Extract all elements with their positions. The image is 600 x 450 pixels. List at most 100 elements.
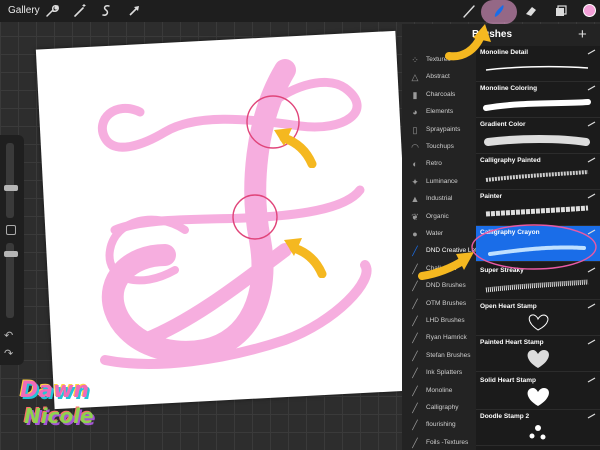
brush-edit-icon (587, 193, 596, 199)
abstract-icon: △ (411, 72, 419, 83)
modify-button[interactable] (6, 225, 16, 235)
water-icon: ● (412, 229, 418, 239)
brush-label: Doodle Stamp 2 (480, 413, 530, 420)
layers-icon[interactable] (553, 3, 569, 19)
brush-item[interactable]: Solid Heart Stamp (476, 374, 600, 410)
wrench-icon[interactable] (44, 3, 60, 19)
brush-label: Monoline Coloring (480, 85, 538, 92)
brush-set-icon: ╱ (412, 385, 418, 396)
logo-line-2: Nicole (24, 404, 94, 428)
brush-category-item[interactable]: ◠ Touchups (402, 140, 476, 157)
add-brush-button[interactable]: + (578, 26, 587, 43)
brush-category-label: Abstract (426, 73, 450, 81)
brush-category-label: Charcoals (426, 90, 456, 98)
brush-item[interactable]: Painted Heart Stamp (476, 336, 600, 372)
brush-category-label: Industrial (426, 195, 453, 203)
opacity-knob[interactable] (4, 251, 18, 257)
eraser-icon[interactable] (523, 3, 539, 19)
brush-size-slider[interactable] (6, 143, 14, 218)
brush-category-label: Calligraphy (426, 404, 459, 411)
undo-icon[interactable]: ↶ (4, 329, 13, 342)
brush-category-item[interactable]: ╱ Ryan Hamrick (402, 331, 476, 348)
brush-category-item[interactable]: ╱ LHD Brushes (402, 314, 476, 331)
brush-category-item[interactable]: ● Water (402, 227, 476, 244)
brush-set-icon: ╱ (412, 316, 418, 326)
brush-category-label: Water (426, 230, 444, 237)
brush-set-icon: ╱ (412, 368, 418, 379)
brush-category-label: Retro (426, 160, 442, 168)
brush-item[interactable]: Painter (476, 190, 600, 226)
spraypaints-icon: ▯ (412, 124, 418, 135)
top-toolbar: Gallery (0, 0, 600, 24)
brush-edit-icon (587, 303, 596, 309)
brush-edit-icon (587, 339, 596, 345)
brush-category-item[interactable]: ▲ Industrial (402, 192, 476, 209)
brush-category-item[interactable]: ▯ Spraypaints (402, 123, 476, 140)
brush-category-label: DND Brushes (426, 282, 466, 290)
brush-icon[interactable] (491, 3, 507, 19)
brush-item[interactable]: Calligraphy Painted (476, 154, 600, 190)
brush-category-item[interactable]: ╱ Ink Splatters (402, 366, 476, 383)
brush-edit-icon (587, 49, 596, 55)
brush-category-item[interactable]: ◐ Retro (402, 157, 476, 174)
retro-icon: ◐ (412, 159, 418, 170)
brush-category-label: flourishing (426, 421, 456, 429)
textures-icon: ⁘ (411, 55, 419, 65)
brush-edit-icon (587, 121, 596, 127)
brush-category-item[interactable]: ╱ OTM Brushes (402, 297, 476, 314)
redo-icon[interactable]: ↷ (4, 347, 13, 360)
elements-icon: ◕ (412, 107, 418, 118)
brush-category-item[interactable]: ✦ Luminance (402, 175, 476, 192)
luminance-icon: ✦ (411, 176, 419, 187)
brush-category-item[interactable]: ▮ Charcoals (402, 88, 476, 105)
brush-category-item[interactable]: ╱ Monoline (402, 384, 476, 401)
brush-set-icon: ╱ (412, 403, 418, 413)
brush-category-item[interactable]: ╱ Stefan Brushes (402, 349, 476, 366)
brush-size-knob[interactable] (4, 185, 18, 191)
brush-category-label: Monoline (426, 386, 453, 394)
brush-item[interactable]: Doodle Stamp 2 (476, 410, 600, 446)
procreate-app: Gallery ↶ ↷ Brushes + ⁘ Textures △ Abstr… (0, 0, 600, 450)
touchups-icon: ◠ (411, 142, 419, 152)
annotation-arrow-icon (445, 24, 491, 61)
brush-category-item[interactable]: ╱ Foils -Textures (402, 436, 476, 450)
brush-item[interactable]: Gradient Color (476, 118, 600, 154)
brush-category-label: LHD Brushes (426, 317, 465, 324)
lettering-artwork (98, 59, 372, 369)
brush-label: Calligraphy Painted (480, 157, 541, 164)
brush-label: Open Heart Stamp (480, 303, 537, 310)
brush-stroke-preview (528, 314, 549, 331)
brush-stroke-preview (527, 388, 549, 406)
magic-wand-icon[interactable] (72, 3, 88, 19)
brush-edit-icon (587, 85, 596, 91)
brush-label: Painter (480, 193, 503, 200)
brush-stroke-preview (529, 425, 546, 440)
brush-category-item[interactable]: ◕ Elements (402, 105, 476, 122)
brush-category-item[interactable]: ╱ Calligraphy (402, 401, 476, 418)
brush-stroke-preview (485, 205, 589, 217)
brush-category-label: Elements (426, 108, 454, 116)
logo-line-1: Dawn (20, 378, 90, 403)
brush-set-icon: ╱ (412, 420, 418, 431)
brush-stroke-preview (485, 170, 589, 182)
brush-category-item[interactable]: △ Abstract (402, 70, 476, 87)
selection-icon[interactable] (99, 3, 115, 19)
brush-stroke-preview (527, 350, 549, 368)
brush-category-item[interactable]: ❦ Organic (402, 210, 476, 227)
brush-label: Solid Heart Stamp (480, 377, 536, 384)
gallery-button[interactable]: Gallery (8, 5, 40, 16)
brush-stroke-preview (485, 279, 589, 293)
selected-brush-highlight (471, 224, 597, 270)
brush-category-label: Spraypaints (426, 125, 461, 133)
brush-category-label: Organic (426, 212, 449, 220)
brush-item[interactable]: Open Heart Stamp (476, 300, 600, 336)
brush-set-icon: ╱ (412, 350, 418, 361)
transform-arrow-icon[interactable] (126, 3, 142, 19)
brush-category-item[interactable]: ╱ flourishing (402, 418, 476, 435)
brush-set-icon: ╱ (412, 298, 418, 309)
color-picker-button[interactable] (583, 4, 596, 17)
brush-item[interactable]: Monoline Coloring (476, 82, 600, 118)
brush-category-label: Ink Splatters (426, 369, 463, 377)
smudge-icon[interactable] (461, 3, 477, 19)
organic-icon: ❦ (411, 211, 419, 222)
